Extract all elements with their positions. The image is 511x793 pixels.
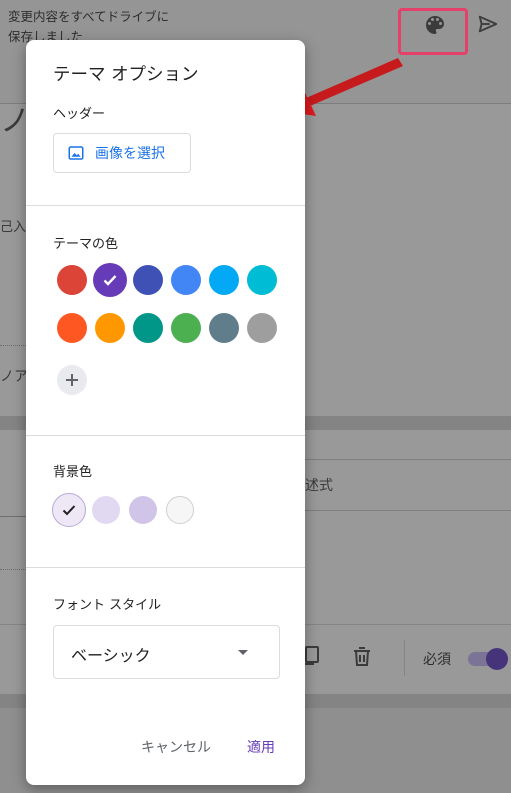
- apply-button[interactable]: 適用: [247, 737, 275, 757]
- theme-color-swatch[interactable]: [171, 313, 201, 343]
- check-icon: [103, 275, 117, 286]
- background-color-swatch[interactable]: [92, 496, 120, 524]
- select-image-label: 画像を選択: [95, 146, 165, 162]
- header-section-label: ヘッダー: [53, 107, 106, 122]
- background-color-swatch[interactable]: [166, 496, 194, 524]
- theme-color-swatch[interactable]: [93, 263, 127, 297]
- image-icon: [68, 146, 84, 160]
- theme-color-swatch[interactable]: [247, 313, 277, 343]
- theme-color-swatch[interactable]: [209, 313, 239, 343]
- background-color-swatch[interactable]: [52, 493, 86, 527]
- font-style-select[interactable]: ベーシック: [53, 625, 280, 679]
- plus-icon: [66, 374, 78, 386]
- divider: [26, 435, 305, 436]
- theme-options-dialog: テーマ オプション ヘッダー 画像を選択 テーマの色 背景色 フォント スタイル…: [26, 40, 305, 785]
- theme-color-swatch[interactable]: [57, 313, 87, 343]
- theme-color-label: テーマの色: [53, 237, 119, 252]
- theme-color-swatch[interactable]: [133, 265, 163, 295]
- theme-color-swatch[interactable]: [57, 265, 87, 295]
- background-color-swatch[interactable]: [129, 496, 157, 524]
- check-icon: [62, 505, 76, 516]
- theme-color-swatch[interactable]: [247, 265, 277, 295]
- theme-color-swatch[interactable]: [171, 265, 201, 295]
- divider: [26, 567, 305, 568]
- theme-color-swatch[interactable]: [133, 313, 163, 343]
- select-image-button[interactable]: 画像を選択: [53, 133, 191, 173]
- background-color-label: 背景色: [53, 465, 93, 480]
- dialog-title: テーマ オプション: [53, 65, 199, 85]
- add-custom-color-button[interactable]: [57, 365, 87, 395]
- dropdown-caret-icon: [238, 650, 248, 655]
- theme-color-swatch[interactable]: [209, 265, 239, 295]
- font-style-label: フォント スタイル: [53, 598, 162, 613]
- divider: [26, 205, 305, 206]
- font-style-value: ベーシック: [71, 646, 151, 665]
- theme-color-swatch[interactable]: [95, 313, 125, 343]
- cancel-button[interactable]: キャンセル: [141, 737, 211, 757]
